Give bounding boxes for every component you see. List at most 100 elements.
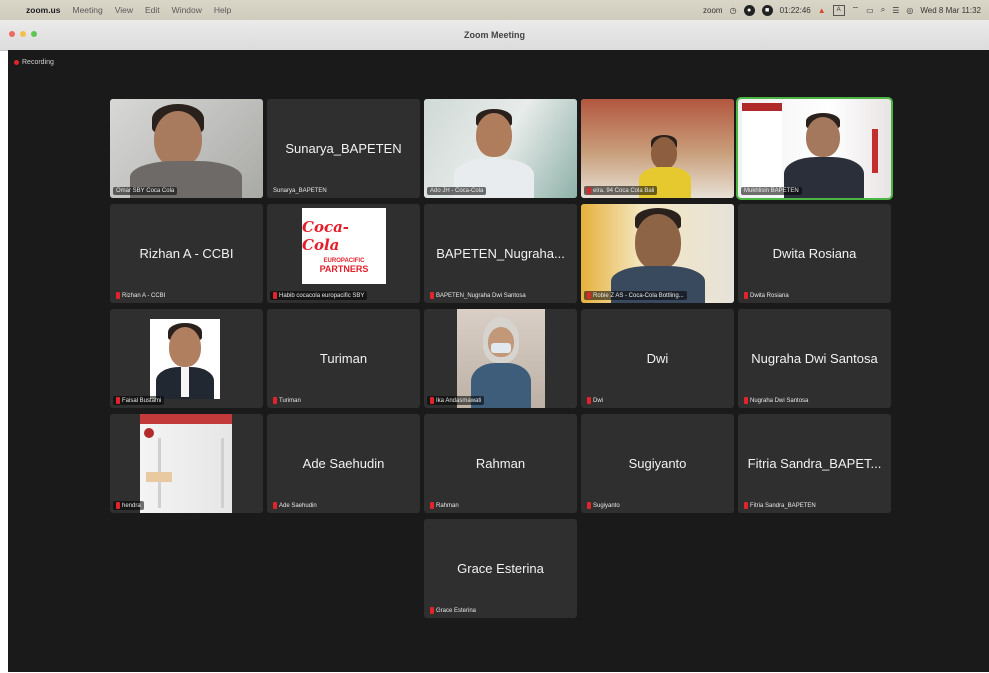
video-tile[interactable]: Rizhan A - CCBI Rizhan A - CCBI [110, 204, 263, 303]
participant-name-label: Robie Z AS - Coca-Cola Bottling... [584, 291, 687, 300]
recording-dot-icon [14, 60, 19, 65]
clock-status-icon[interactable]: ◷ [730, 6, 737, 15]
coca-cola-logo: Coca-Cola EUROPACIFIC PARTNERS [302, 208, 386, 284]
video-tile[interactable]: Fitria Sandra_BAPET... Fitria Sandra_BAP… [738, 414, 891, 513]
participant-name-label: Turiman [270, 396, 304, 405]
control-center-icon[interactable]: ☰ [892, 6, 899, 15]
participant-name-label: BAPETEN_Nugraha Dwi Santosa [427, 291, 529, 300]
participant-photo [150, 319, 220, 399]
menu-meeting[interactable]: Meeting [72, 5, 102, 15]
muted-mic-icon [116, 292, 120, 299]
video-tile[interactable]: Coca-Cola EUROPACIFIC PARTNERS Habib coc… [267, 204, 420, 303]
participant-name-label: Sunarya_BAPETEN [273, 188, 327, 194]
video-tile[interactable]: Ika Andasmawati [424, 309, 577, 408]
participant-display-name: Fitria Sandra_BAPET... [747, 456, 882, 471]
muted-mic-icon [430, 607, 434, 614]
minimize-window-button[interactable] [20, 31, 26, 37]
participant-name-label: Fitria Sandra_BAPETEN [741, 501, 819, 510]
participant-display-name: Sunarya_BAPETEN [285, 141, 402, 156]
participant-display-name: Turiman [319, 351, 368, 366]
participant-name-label: Dwi [584, 396, 606, 405]
muted-mic-icon [430, 502, 434, 509]
menu-window[interactable]: Window [172, 5, 202, 15]
muted-mic-icon [744, 397, 748, 404]
muted-mic-icon [116, 397, 120, 404]
menu-edit[interactable]: Edit [145, 5, 160, 15]
video-tile[interactable]: Omar SBY Coca Cola [110, 99, 263, 198]
video-tile[interactable]: Turiman Turiman [267, 309, 420, 408]
video-tile[interactable]: eira. 94 Coca Cola Bali [581, 99, 734, 198]
video-tile[interactable]: Ado JH - Coca-Cola [424, 99, 577, 198]
participant-name-label: Dwita Rosiana [741, 291, 792, 300]
meeting-gallery-view: Recording Omar SBY Coca Cola Sunarya_BAP… [8, 50, 989, 672]
participant-display-name: Sugiyanto [628, 456, 687, 471]
menu-help[interactable]: Help [214, 5, 231, 15]
participant-video [424, 99, 577, 198]
video-tile[interactable]: Dwita Rosiana Dwita Rosiana [738, 204, 891, 303]
muted-mic-icon [273, 397, 277, 404]
video-tile[interactable]: Ade Saehudin Ade Saehudin [267, 414, 420, 513]
video-tile-active-speaker[interactable]: Mukhlisin BAPETEN [736, 97, 893, 200]
search-icon[interactable]: ⌕ [881, 5, 885, 15]
stop-status-icon[interactable]: ■ [761, 4, 773, 16]
participant-video [581, 99, 734, 198]
participant-name-label: eira. 94 Coca Cola Bali [584, 186, 658, 195]
window-title-bar: Zoom Meeting [0, 20, 989, 51]
participant-video [738, 99, 891, 198]
video-tile[interactable]: Sugiyanto Sugiyanto [581, 414, 734, 513]
muted-mic-icon [273, 292, 277, 299]
recording-timer: 01:22:46 [779, 5, 811, 15]
video-tile[interactable]: Robie Z AS - Coca-Cola Bottling... [581, 204, 734, 303]
participant-display-name: Dwita Rosiana [772, 246, 857, 261]
window-controls [9, 31, 37, 37]
muted-mic-icon [587, 502, 591, 509]
video-tile[interactable]: Dwi Dwi [581, 309, 734, 408]
video-tile[interactable]: Rahman Rahman [424, 414, 577, 513]
participant-background-image [140, 414, 232, 513]
participant-name-label: Omar SBY Coca Cola [113, 187, 178, 195]
recording-indicator[interactable]: Recording [14, 59, 54, 66]
close-window-button[interactable] [9, 31, 15, 37]
participant-display-name: Dwi [646, 351, 669, 366]
participant-name-label: Habib cocacola europacific SBY [270, 291, 368, 300]
muted-mic-icon [587, 187, 591, 194]
record-status-icon[interactable]: ● [743, 4, 755, 16]
participant-video [110, 99, 263, 198]
siri-icon[interactable]: ◎ [906, 6, 913, 15]
desktop-screen: zoom.us Meeting View Edit Window Help zo… [0, 0, 989, 673]
menu-app-name[interactable]: zoom.us [26, 5, 60, 15]
video-tile[interactable]: Sunarya_BAPETEN Sunarya_BAPETEN [267, 99, 420, 198]
participant-name-label: Rahman [427, 501, 462, 510]
input-source-icon[interactable]: A [832, 4, 845, 16]
participant-video [457, 309, 545, 408]
zoom-status-label[interactable]: zoom [703, 6, 723, 15]
muted-mic-icon [430, 292, 434, 299]
menu-datetime[interactable]: Wed 8 Mar 11:32 [920, 6, 981, 15]
participant-display-name: Grace Esterina [457, 561, 544, 576]
video-tile[interactable]: Faisal Bustami [110, 309, 263, 408]
participant-display-name: Nugraha Dwi Santosa [751, 351, 878, 366]
muted-mic-icon [744, 502, 748, 509]
app-status-icon[interactable]: ▲ [818, 6, 826, 15]
participant-name-label: Ado JH - Coca-Cola [427, 187, 487, 195]
participant-display-name: Rahman [475, 456, 526, 471]
fullscreen-window-button[interactable] [31, 31, 37, 37]
participant-name-label: Rizhan A - CCBI [113, 291, 168, 300]
participant-name-label: Nugraha Dwi Santosa [741, 396, 811, 405]
participant-display-name: BAPETEN_Nugraha... [436, 246, 565, 261]
video-tile[interactable]: Nugraha Dwi Santosa Nugraha Dwi Santosa [738, 309, 891, 408]
wifi-icon[interactable]: ⌔ [852, 5, 860, 15]
muted-mic-icon [273, 502, 277, 509]
muted-mic-icon [744, 292, 748, 299]
video-tile[interactable]: Grace Esterina Grace Esterina [424, 519, 577, 618]
video-tile[interactable]: BAPETEN_Nugraha... BAPETEN_Nugraha Dwi S… [424, 204, 577, 303]
menu-status-area: zoom ◷ ● ■ 01:22:46 ▲ A ⌔ ▭ ⌕ ☰ ◎ Wed 8 … [703, 4, 989, 16]
battery-icon[interactable]: ▭ [866, 6, 874, 15]
video-tile[interactable]: hendra [110, 414, 263, 513]
participant-video [581, 204, 734, 303]
muted-mic-icon [430, 397, 434, 404]
macos-menu-bar: zoom.us Meeting View Edit Window Help zo… [0, 0, 989, 20]
menu-view[interactable]: View [115, 5, 133, 15]
participant-display-name: Ade Saehudin [302, 456, 385, 471]
participant-name-label: Mukhlisin BAPETEN [741, 187, 802, 195]
